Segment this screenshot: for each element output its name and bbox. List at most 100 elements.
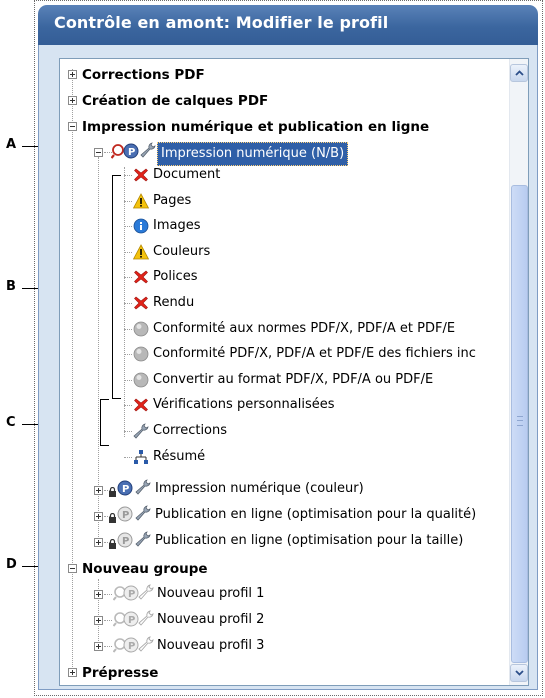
tree-connector — [124, 277, 132, 278]
wrench-icon — [135, 479, 151, 495]
callout-c-bracket — [100, 399, 109, 446]
p-badge-faded-icon: P — [117, 532, 133, 548]
tree-item-check[interactable]: Résumé — [153, 446, 205, 468]
error-x-icon — [134, 296, 148, 310]
profile-tree[interactable]: Corrections PDF Création de calques PDF … — [59, 58, 529, 686]
tree-connector — [104, 646, 112, 647]
p-badge-icon: P — [123, 143, 139, 159]
expand-publication-qualite[interactable] — [94, 512, 103, 521]
collapse-impression-nb[interactable] — [94, 148, 103, 157]
expand-prepresse[interactable] — [68, 668, 77, 677]
tree-label: Publication en ligne (optimisation pour … — [155, 533, 464, 548]
tree-item-check[interactable]: Rendu — [153, 292, 194, 314]
tree-item-check[interactable]: Document — [153, 164, 220, 186]
tree-connector — [124, 354, 132, 355]
svg-text:P: P — [128, 589, 135, 600]
tree-connector — [124, 303, 132, 304]
svg-text:P: P — [128, 641, 135, 652]
tree-connector — [104, 594, 112, 595]
p-badge-faded-icon: P — [117, 506, 133, 522]
tree-item-check[interactable]: Images — [153, 215, 201, 237]
tree-item-nouveau-profil-3[interactable]: Nouveau profil 3 — [157, 635, 264, 657]
tree-connector — [124, 201, 132, 202]
tree-item-check[interactable]: Corrections — [153, 420, 227, 442]
wrench-icon — [135, 531, 151, 547]
callout-d: D — [6, 557, 17, 572]
tree-label: Nouveau profil 2 — [157, 612, 265, 627]
tree-item-check[interactable]: Couleurs — [153, 241, 210, 263]
tree-item-nouveau-profil-2[interactable]: Nouveau profil 2 — [157, 609, 264, 631]
svg-text:P: P — [128, 615, 135, 626]
expand-impression-couleur[interactable] — [94, 486, 103, 495]
tree-item-nouveau-groupe[interactable]: Nouveau groupe — [82, 558, 208, 580]
expand-nouveau-profil-1[interactable] — [94, 590, 103, 599]
expand-nouveau-profil-2[interactable] — [94, 616, 103, 625]
tree-connector — [124, 380, 132, 381]
expand-publication-taille[interactable] — [94, 538, 103, 547]
tree-label: Nouveau profil 3 — [157, 638, 265, 653]
tree-connector — [124, 405, 132, 406]
tree-label: Prépresse — [82, 665, 159, 681]
scrollbar-grip — [517, 416, 523, 426]
collapse-impression-publication[interactable] — [68, 122, 77, 131]
wrench-icon — [133, 423, 149, 439]
expand-creation-calques[interactable] — [68, 96, 77, 105]
tree-label: Nouveau profil 1 — [157, 586, 265, 601]
warning-icon — [133, 193, 149, 209]
wrench-icon — [135, 505, 151, 521]
tree-item-check[interactable]: Conformité aux normes PDF/X, PDF/A et PD… — [153, 318, 455, 340]
tree-connector — [124, 175, 132, 176]
tree-label: Pages — [153, 193, 192, 208]
tree-label: Résumé — [153, 449, 206, 464]
vertical-scrollbar[interactable] — [509, 59, 528, 685]
tree-item-publication-qualite[interactable]: Publication en ligne (optimisation pour … — [155, 504, 476, 526]
wrench-faded-icon — [138, 636, 154, 652]
tree-item-impression-couleur[interactable]: Impression numérique (couleur) — [155, 478, 364, 500]
tree-item-impression-publication[interactable]: Impression numérique et publication en l… — [82, 116, 429, 138]
tree-label: Rendu — [153, 295, 195, 310]
p-badge-icon: P — [117, 480, 133, 496]
tree-connector — [124, 226, 132, 227]
scroll-down-button[interactable] — [510, 664, 528, 682]
wrench-faded-icon — [138, 610, 154, 626]
tree-item-check[interactable]: Pages — [153, 190, 191, 212]
tree-item-check[interactable]: Polices — [153, 266, 197, 288]
scrollbar-thumb[interactable] — [511, 185, 528, 663]
tree-item-check[interactable]: Convertir au format PDF/X, PDF/A ou PDF/… — [153, 369, 433, 391]
tree-item-corrections-pdf[interactable]: Corrections PDF — [82, 64, 205, 86]
wrench-faded-icon — [138, 584, 154, 600]
callout-a: A — [6, 137, 17, 152]
scroll-up-button[interactable] — [510, 64, 528, 82]
callout-b: B — [6, 279, 16, 294]
tree-label: Document — [153, 167, 221, 182]
tree-label: Conformité PDF/X, PDF/A et PDF/E des fic… — [153, 346, 476, 361]
tree-label: Vérifications personnalisées — [153, 397, 335, 412]
collapse-nouveau-groupe[interactable] — [68, 564, 77, 573]
tree-connector — [124, 329, 132, 330]
p-badge-faded-icon: P — [123, 611, 139, 627]
callout-b-bracket — [112, 175, 121, 399]
expand-nouveau-profil-3[interactable] — [94, 642, 103, 651]
window-title: Contrôle en amont: Modifier le profil — [54, 13, 389, 32]
svg-text:P: P — [128, 147, 135, 158]
tree-item-check[interactable]: Conformité PDF/X, PDF/A et PDF/E des fic… — [153, 343, 476, 365]
tree-label: Convertir au format PDF/X, PDF/A ou PDF/… — [153, 372, 434, 387]
tree-connector — [124, 252, 132, 253]
tree-item-creation-calques[interactable]: Création de calques PDF — [82, 90, 268, 112]
tree-label: Couleurs — [153, 244, 211, 259]
tree-item-nouveau-profil-1[interactable]: Nouveau profil 1 — [157, 583, 264, 605]
p-badge-faded-icon: P — [123, 637, 139, 653]
tree-label: Corrections — [153, 423, 228, 438]
tree-label: Impression numérique (N/B) — [157, 142, 349, 166]
tree-item-prepresse[interactable]: Prépresse — [82, 662, 158, 684]
lock-icon — [109, 539, 116, 549]
expand-corrections-pdf[interactable] — [68, 70, 77, 79]
error-x-icon — [134, 270, 148, 284]
tree-label: Conformité aux normes PDF/X, PDF/A et PD… — [153, 321, 456, 336]
wrench-icon — [140, 142, 156, 158]
tree-label: Impression numérique et publication en l… — [82, 119, 430, 135]
callout-c: C — [6, 415, 16, 430]
tree-item-publication-taille[interactable]: Publication en ligne (optimisation pour … — [155, 530, 463, 552]
tree-item-impression-nb[interactable]: Impression numérique (N/B) — [157, 142, 349, 166]
tree-item-check[interactable]: Vérifications personnalisées — [153, 394, 334, 416]
